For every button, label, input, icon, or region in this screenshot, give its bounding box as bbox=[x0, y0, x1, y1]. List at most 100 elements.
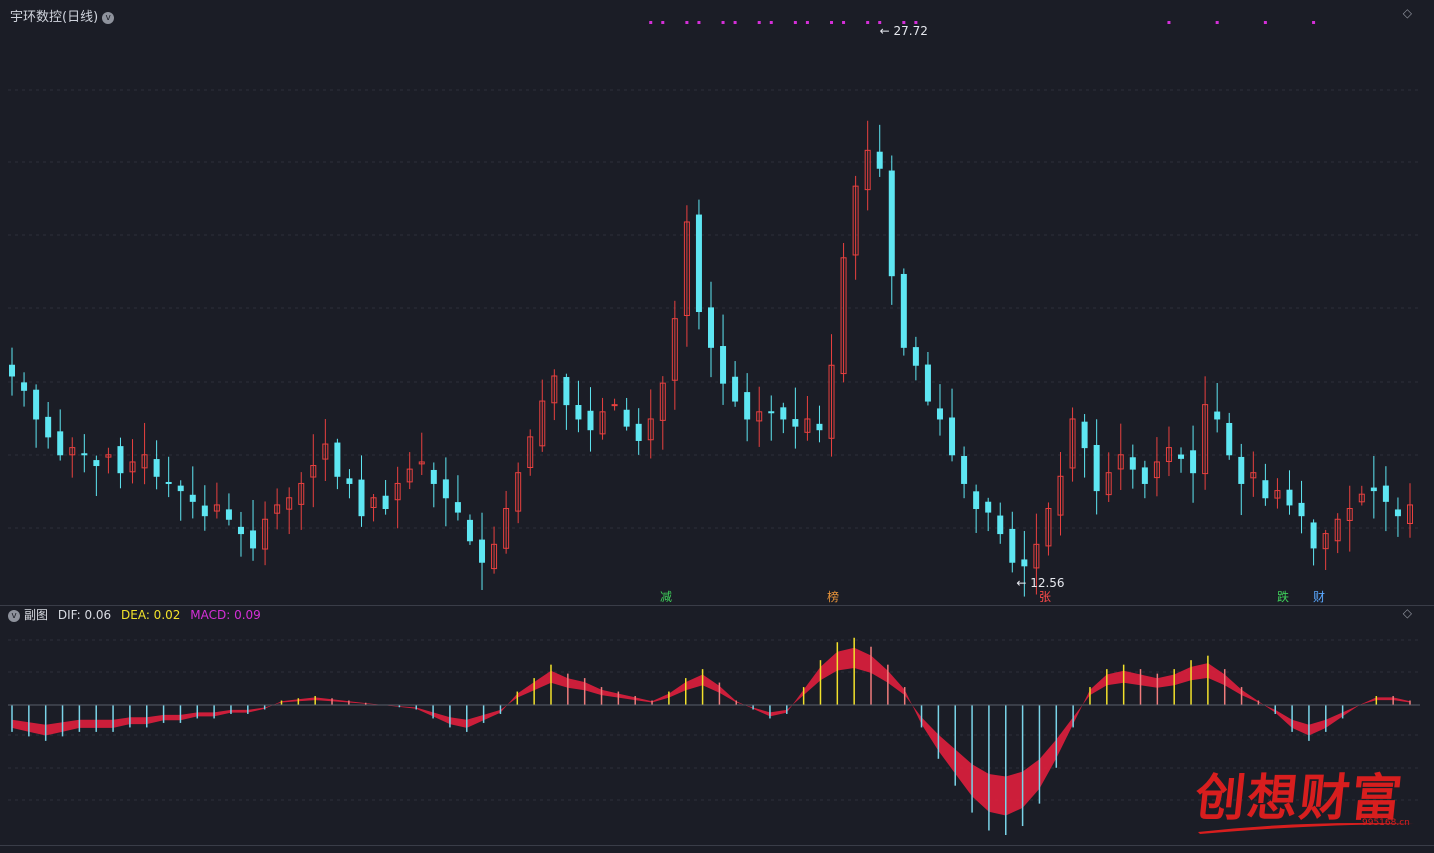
candle-body bbox=[587, 410, 594, 431]
candle-body bbox=[454, 502, 461, 513]
signal-dot bbox=[757, 21, 761, 24]
candle-body bbox=[430, 469, 437, 484]
signal-dot bbox=[1167, 21, 1171, 24]
signal-dot bbox=[733, 21, 737, 24]
candle-body bbox=[1081, 421, 1088, 449]
candle-body bbox=[695, 214, 702, 313]
candle-body bbox=[153, 459, 160, 477]
candle-body bbox=[768, 411, 775, 414]
diamond-icon[interactable]: ◇ bbox=[1403, 606, 1412, 620]
candle-body bbox=[623, 409, 630, 427]
signal-dot bbox=[866, 21, 870, 24]
candle-body bbox=[1238, 456, 1245, 484]
candle-body bbox=[732, 376, 739, 402]
candle-body bbox=[237, 526, 244, 535]
candle-body bbox=[250, 530, 257, 549]
stock-name-label: 宇环数控(日线) bbox=[10, 10, 99, 25]
candle-body bbox=[912, 347, 919, 366]
signal-dot bbox=[902, 21, 906, 24]
candle-body bbox=[1370, 487, 1377, 492]
sub-chart-header: v 副图 DIF: 0.06 DEA: 0.02 MACD: 0.09 bbox=[8, 606, 261, 623]
candle-body bbox=[21, 382, 28, 391]
candle-body bbox=[1178, 454, 1185, 459]
flag-text: 跌 bbox=[1277, 590, 1290, 604]
signal-dot bbox=[793, 21, 797, 24]
signal-dot bbox=[721, 21, 725, 24]
signal-dot bbox=[914, 21, 918, 24]
candle-body bbox=[201, 505, 208, 517]
candle-body bbox=[792, 419, 799, 427]
candle-body bbox=[949, 417, 956, 456]
sub-chart-title: 副图 bbox=[24, 608, 49, 622]
macd-value: MACD: 0.09 bbox=[190, 608, 261, 622]
signal-dot bbox=[805, 21, 809, 24]
stock-chart: ← 27.72 ← 12.56 bbox=[0, 21, 1434, 846]
low-price-label: ← 12.56 bbox=[1016, 576, 1064, 590]
candle-body bbox=[442, 479, 449, 499]
candle-body bbox=[924, 364, 931, 402]
candle-body bbox=[382, 495, 389, 510]
flag-die[interactable]: 跌 bbox=[1275, 590, 1291, 604]
candle-body bbox=[45, 416, 52, 438]
candle-body bbox=[93, 460, 100, 467]
candle-body bbox=[888, 170, 895, 277]
candle-body bbox=[177, 485, 184, 492]
candle-body bbox=[466, 519, 473, 542]
chevron-down-icon[interactable]: v bbox=[102, 11, 115, 24]
candle-body bbox=[225, 509, 232, 520]
candle-body bbox=[479, 539, 486, 563]
candle-body bbox=[1382, 485, 1389, 502]
signal-dot bbox=[830, 21, 834, 24]
candle-body bbox=[780, 407, 787, 420]
flag-text: 张 bbox=[1039, 590, 1052, 604]
flag-bang[interactable]: 榜 bbox=[825, 590, 841, 604]
candle-body bbox=[744, 392, 751, 420]
candle-body bbox=[189, 494, 196, 502]
candle-body bbox=[165, 481, 172, 484]
candle-body bbox=[961, 455, 968, 484]
candle-body bbox=[720, 346, 727, 384]
candle-body bbox=[1009, 528, 1016, 563]
candle-body bbox=[1262, 480, 1269, 499]
candle-body bbox=[57, 431, 64, 456]
candle-body bbox=[635, 423, 642, 441]
chevron-down-icon[interactable]: v bbox=[8, 609, 20, 622]
candle-body bbox=[973, 491, 980, 510]
high-price-label: ← 27.72 bbox=[880, 24, 928, 38]
signal-dot bbox=[842, 21, 846, 24]
candle-body bbox=[1310, 522, 1317, 549]
candle-body bbox=[117, 446, 124, 474]
stock-title[interactable]: 宇环数控(日线) v bbox=[10, 6, 115, 25]
watermark-swoosh bbox=[1198, 823, 1414, 834]
diamond-icon[interactable]: ◇ bbox=[1403, 6, 1412, 20]
signal-dot bbox=[769, 21, 773, 24]
candle-body bbox=[81, 453, 88, 456]
signal-dot bbox=[1263, 21, 1267, 24]
signal-dot bbox=[1312, 21, 1316, 24]
dif-value: DIF: 0.06 bbox=[57, 608, 112, 622]
signal-dot bbox=[661, 21, 665, 24]
signal-dot bbox=[649, 21, 653, 24]
flag-jian[interactable]: 减 bbox=[658, 590, 674, 604]
flag-text: 榜 bbox=[827, 590, 840, 604]
candle-body bbox=[1286, 489, 1293, 506]
candle-body bbox=[1214, 411, 1221, 420]
candle-body bbox=[816, 423, 823, 431]
candle-body bbox=[563, 377, 570, 406]
flag-text: 财 bbox=[1313, 590, 1326, 604]
flag-text: 减 bbox=[660, 590, 673, 604]
candle-body bbox=[334, 442, 341, 477]
flag-zhang[interactable]: 张 bbox=[1037, 590, 1053, 604]
candle-body bbox=[900, 273, 907, 348]
candle-body bbox=[1141, 467, 1148, 484]
candle-body bbox=[708, 307, 714, 348]
candle-body bbox=[936, 408, 943, 420]
candle-body bbox=[985, 501, 992, 513]
candle-body bbox=[997, 515, 1004, 535]
candle-body bbox=[9, 364, 15, 377]
flag-cai[interactable]: 财 bbox=[1311, 590, 1327, 604]
candle-body bbox=[1298, 502, 1305, 517]
candle-body bbox=[33, 389, 40, 420]
candle-body bbox=[1093, 444, 1100, 492]
signal-dot bbox=[697, 21, 701, 24]
